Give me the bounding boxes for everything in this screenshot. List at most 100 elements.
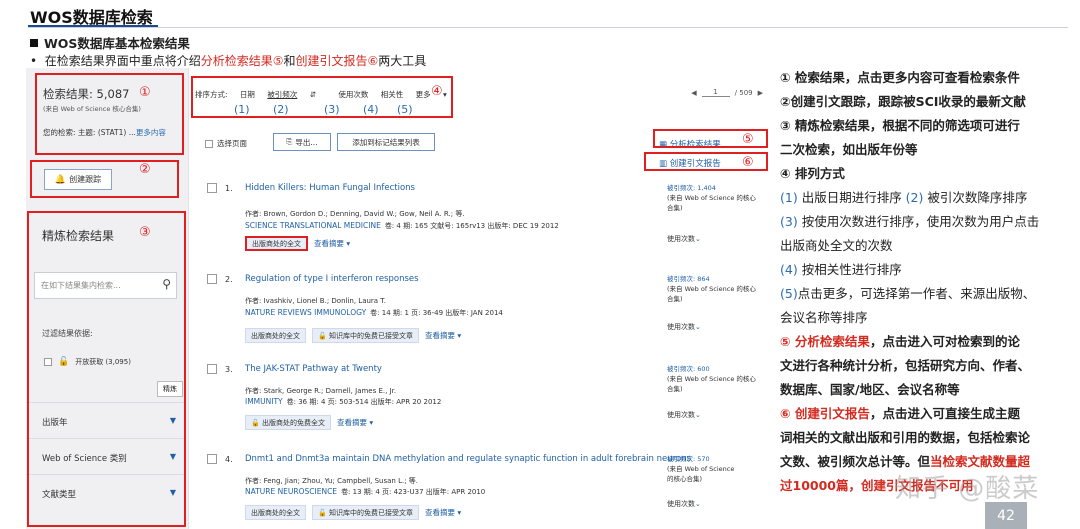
free-accepted-article-button[interactable]: 🔓 知识库中的免费已接受文章 <box>312 328 419 343</box>
page-number: 42 <box>985 502 1027 529</box>
times-cited: 被引频次: 570 (来自 Web of Science 的核心合集) <box>667 454 742 484</box>
title-divider <box>28 27 1068 28</box>
times-cited-value[interactable]: 被引频次: 600 <box>667 365 710 373</box>
chevron-down-icon: ⌄ <box>695 500 701 508</box>
highlight-box-2 <box>30 160 179 198</box>
result-record: 2. Regulation of type I interferon respo… <box>189 274 771 354</box>
note-4-line6: 会议名称等排序 <box>780 310 868 325</box>
usage-label: 使用次数 <box>667 323 695 331</box>
record-index: 3. <box>225 365 233 374</box>
record-meta: 卷: 36 期: 4 页: 503-514 出版年: APR 20 2012 <box>286 398 442 406</box>
view-abstract-link[interactable]: 查看摘要 ▾ <box>337 417 373 428</box>
record-checkbox[interactable] <box>207 183 217 193</box>
full-text-publisher-button[interactable]: 出版商处的全文 <box>245 505 306 520</box>
watermark: 知乎 @酸菜 <box>895 474 1040 504</box>
record-checkbox[interactable] <box>207 454 217 464</box>
journal-name[interactable]: NATURE NEUROSCIENCE <box>245 487 337 496</box>
record-checkbox[interactable] <box>207 274 217 284</box>
note-num-1: (1) <box>780 190 798 205</box>
intro-line: • 在检索结果界面中重点将介绍分析检索结果⑤和创建引文报告⑥两大工具 <box>30 54 427 68</box>
view-abstract-link[interactable]: 查看摘要 ▾ <box>314 238 350 249</box>
usage-count[interactable]: 使用次数⌄ <box>667 322 701 332</box>
free-full-text-publisher-button[interactable]: 🔓 出版商处的免费全文 <box>245 415 331 430</box>
sidebar: 检索结果: 5,087 (来自 Web of Science 核心合集) 您的检… <box>26 68 188 529</box>
note-4-line2: (3) 按使用次数进行排序，使用次数为用户点击 <box>780 210 1070 234</box>
note-6-line2: 词相关的文献出版和引用的数据，包括检索论 <box>780 430 1031 445</box>
note-6-text1: ，点击进入可直接生成主题 <box>869 406 1020 421</box>
note-3b: 二次检索，如出版年份等 <box>780 142 918 157</box>
note-4-line3: 出版商处全文的次数 <box>780 238 893 253</box>
free-full-text-label: 出版商处的免费全文 <box>261 418 325 427</box>
prev-page-icon[interactable]: ◀ <box>691 89 696 97</box>
full-text-publisher-button[interactable]: 出版商处的全文 <box>245 328 306 343</box>
usage-count[interactable]: 使用次数⌄ <box>667 410 701 420</box>
note-6-warning1: 当检索文献数量超 <box>930 454 1031 469</box>
record-meta: 卷: 13 期: 4 页: 423-U37 出版年: APR 2010 <box>341 488 486 496</box>
note-6-line1: ⑥ 创建引文报告，点击进入可直接生成主题 <box>780 402 1070 426</box>
record-title-link[interactable]: Regulation of type I interferon response… <box>245 274 419 284</box>
journal-name[interactable]: NATURE REVIEWS IMMUNOLOGY <box>245 308 366 317</box>
record-actions: 出版商处的全文 🔓 知识库中的免费已接受文章 查看摘要 ▾ <box>245 505 461 520</box>
view-abstract-link[interactable]: 查看摘要 ▾ <box>425 507 461 518</box>
journal-name[interactable]: IMMUNITY <box>245 397 283 406</box>
chevron-down-icon: ⌄ <box>695 235 701 243</box>
section-heading: WOS数据库基本检索结果 <box>30 33 190 52</box>
journal-name[interactable]: SCIENCE TRANSLATIONAL MEDICINE <box>245 221 381 230</box>
times-cited-value[interactable]: 被引频次: 570 <box>667 455 710 463</box>
results-panel: 排序方式: 日期 被引频次 ⇵ 使用次数 相关性 更多 ▾ (1) (2) (3… <box>188 68 771 529</box>
note-num-5: (5) <box>780 286 798 301</box>
note-6-text3: 文数、被引频次总计等。但 <box>780 454 931 469</box>
note-num-4: (4) <box>780 262 798 277</box>
pagination: ◀ 1 / 509 ▶ <box>691 88 763 97</box>
usage-count[interactable]: 使用次数⌄ <box>667 234 701 244</box>
note-num-2: (2) <box>905 190 924 205</box>
record-title-link[interactable]: Dnmt1 and Dnmt3a maintain DNA methylatio… <box>245 454 691 464</box>
note-4-heading: ④ 排列方式 <box>780 166 845 181</box>
select-page[interactable]: 选择页面 <box>205 138 247 149</box>
record-authors: 作者: Brown, Gordon D.; Denning, David W.;… <box>245 210 465 218</box>
note-5-line3: 数据库、国家/地区、会议名称等 <box>780 382 960 397</box>
highlight-box-4 <box>191 76 453 118</box>
select-page-label: 选择页面 <box>217 139 247 148</box>
intro-mid: 和 <box>283 54 296 68</box>
note-2: ②创建引文跟踪，跟踪被SCI收录的最新文献 <box>780 94 1026 109</box>
note-3a: ③ 精炼检索结果，根据不同的筛选项可进行 <box>780 118 1020 133</box>
record-journal: SCIENCE TRANSLATIONAL MEDICINE 卷: 4 期: 16… <box>245 221 559 231</box>
intro-citation-report: 创建引文报告⑥ <box>295 54 379 68</box>
open-lock-icon: 🔓 <box>318 508 329 517</box>
export-button[interactable]: ⎘ 导出... <box>273 133 331 151</box>
times-cited-source: (来自 Web of Science 的核心合集) <box>667 375 756 393</box>
record-journal: IMMUNITY 卷: 36 期: 4 页: 503-514 出版年: APR 2… <box>245 397 441 407</box>
open-lock-icon: 🔓 <box>318 331 329 340</box>
highlight-box-3 <box>27 211 186 527</box>
note-4-line4: (4) 按相关性进行排序 <box>780 258 1070 282</box>
usage-label: 使用次数 <box>667 500 695 508</box>
times-cited-value[interactable]: 被引频次: 864 <box>667 275 710 283</box>
record-title-link[interactable]: The JAK-STAT Pathway at Twenty <box>245 364 382 374</box>
record-checkbox[interactable] <box>207 364 217 374</box>
open-lock-icon: 🔓 <box>251 418 262 427</box>
intro-suffix: 两大工具 <box>378 54 427 68</box>
full-text-publisher-button[interactable]: 出版商处的全文 <box>245 236 308 251</box>
marker-5: ⑤ <box>742 132 754 147</box>
next-page-icon[interactable]: ▶ <box>758 89 763 97</box>
note-4-text4: 按相关性进行排序 <box>797 262 902 277</box>
page-input[interactable]: 1 <box>701 88 730 97</box>
export-label: 导出... <box>295 137 318 147</box>
record-title-link[interactable]: Hidden Killers: Human Fungal Infections <box>245 183 415 193</box>
select-page-checkbox[interactable] <box>205 139 213 148</box>
times-cited-source: (来自 Web of Science 的核心合集) <box>667 285 756 303</box>
chevron-down-icon: ⌄ <box>695 323 701 331</box>
times-cited: 被引频次: 600 (来自 Web of Science 的核心合集) <box>667 364 762 394</box>
view-abstract-link[interactable]: 查看摘要 ▾ <box>425 330 461 341</box>
free-accepted-article-button[interactable]: 🔓 知识库中的免费已接受文章 <box>312 505 419 520</box>
usage-count[interactable]: 使用次数⌄ <box>667 499 701 509</box>
times-cited-value[interactable]: 被引频次: 1,404 <box>667 184 716 192</box>
record-authors: 作者: Feng, Jian; Zhou, Yu; Campbell, Susa… <box>245 477 419 485</box>
note-4-text3: 按使用次数进行排序，使用次数为用户点击 <box>797 214 1040 229</box>
chevron-down-icon: ⌄ <box>695 411 701 419</box>
wos-results-screenshot: 检索结果: 5,087 (来自 Web of Science 核心合集) 您的检… <box>26 68 771 529</box>
note-4-text2: 被引次数降序排序 <box>923 190 1028 205</box>
add-to-marked-list-button[interactable]: 添加到标记结果列表 <box>337 133 435 151</box>
note-4-text1: 出版日期进行排序 <box>797 190 906 205</box>
